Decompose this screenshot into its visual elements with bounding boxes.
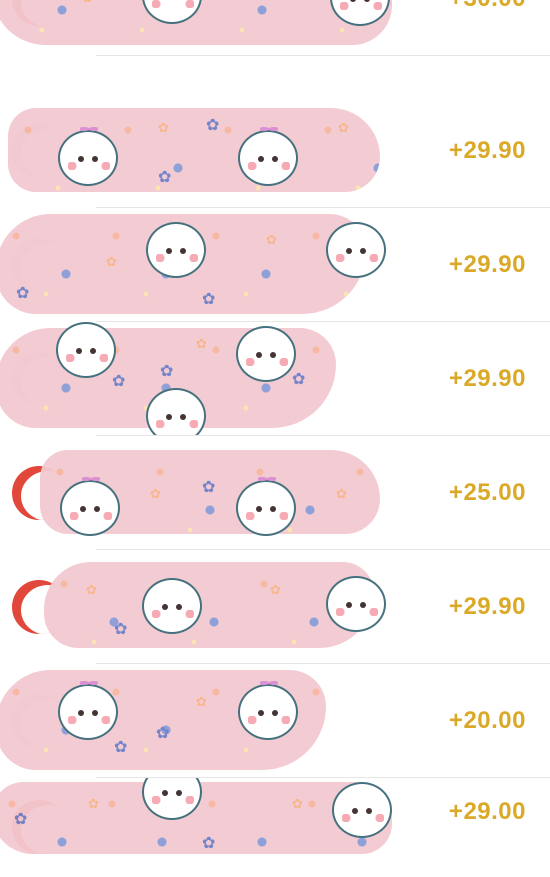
transaction-row[interactable]: ✿ ✿ ✿ +25.00 bbox=[0, 436, 550, 550]
flower-icon: ✿ bbox=[16, 285, 30, 302]
flower-icon: ✿ bbox=[202, 835, 216, 852]
redaction-sticker: ✿ ✿ ✿ bbox=[44, 562, 386, 648]
flower-icon: ✿ bbox=[158, 120, 169, 135]
flower-icon: ✿ bbox=[262, 0, 273, 4]
amount-label: +20.00 bbox=[448, 707, 526, 734]
flower-icon: ✿ bbox=[196, 694, 207, 709]
flower-icon: ✿ bbox=[270, 582, 281, 597]
bear-sticker-icon bbox=[326, 576, 386, 632]
redaction-sticker: ✿ ✿ ✿ ✿ bbox=[0, 322, 336, 436]
bear-sticker-icon bbox=[142, 0, 202, 24]
transaction-row[interactable]: ✿ ✿ ✿ +20.00 bbox=[0, 664, 550, 778]
flower-icon: ✿ bbox=[206, 117, 220, 134]
amount-label: +30.00 bbox=[449, 0, 526, 56]
flower-icon: ✿ bbox=[158, 169, 172, 186]
bear-sticker-icon bbox=[332, 782, 392, 838]
flower-icon: ✿ bbox=[338, 120, 349, 135]
bear-sticker-icon bbox=[56, 322, 116, 378]
transaction-row[interactable]: ✿ ✿ ✿ ✿ +29.90 bbox=[0, 208, 550, 322]
flower-icon: ✿ bbox=[114, 621, 128, 638]
bear-sticker-icon bbox=[146, 222, 206, 278]
bear-sticker-icon bbox=[238, 678, 298, 740]
flower-icon: ✿ bbox=[14, 811, 28, 828]
bear-sticker-icon bbox=[236, 326, 296, 382]
flower-icon: ✿ bbox=[114, 739, 128, 756]
flower-icon: ✿ bbox=[196, 336, 207, 351]
amount-label: +29.00 bbox=[448, 798, 526, 825]
amount-label: +29.90 bbox=[448, 137, 526, 164]
divider bbox=[96, 55, 550, 56]
bear-sticker-icon bbox=[58, 678, 118, 740]
amount-label: +29.90 bbox=[448, 365, 526, 392]
redaction-sticker: ✿ ✿ ✿ ✿ bbox=[8, 108, 380, 192]
transaction-row[interactable]: ✿ ✿ ✿ ✿ +29.90 bbox=[0, 322, 550, 436]
flower-icon: ✿ bbox=[106, 254, 117, 269]
flower-icon: ✿ bbox=[266, 232, 277, 247]
transaction-row[interactable]: ✿ ✿ ✿ ✿ +29.00 bbox=[0, 778, 550, 854]
flower-icon: ✿ bbox=[156, 725, 170, 742]
bear-sticker-icon bbox=[60, 474, 120, 536]
redaction-sticker: ✿ ✿ ✿ bbox=[0, 670, 326, 770]
bear-sticker-icon bbox=[238, 124, 298, 186]
transaction-list: ✿ ✿ ✿ ✿ +30.00 ✿ ✿ ✿ ✿ +29.90 ✿ ✿ ✿ ✿ bbox=[0, 0, 550, 877]
redaction-sticker: ✿ ✿ ✿ ✿ bbox=[0, 0, 392, 45]
flower-icon: ✿ bbox=[202, 479, 216, 496]
amount-label: +29.90 bbox=[448, 593, 526, 620]
bear-sticker-icon bbox=[236, 474, 296, 536]
flower-icon: ✿ bbox=[336, 486, 347, 501]
bear-sticker-icon bbox=[330, 0, 390, 26]
flower-icon: ✿ bbox=[160, 363, 174, 380]
transaction-row[interactable]: ✿ ✿ ✿ ✿ +30.00 bbox=[0, 0, 550, 56]
flower-icon: ✿ bbox=[88, 796, 99, 811]
bear-sticker-icon bbox=[142, 578, 202, 634]
redaction-sticker: ✿ ✿ ✿ ✿ bbox=[0, 778, 392, 854]
flower-icon: ✿ bbox=[202, 291, 216, 308]
flower-icon: ✿ bbox=[86, 582, 97, 597]
amount-label: +25.00 bbox=[448, 479, 526, 506]
bear-sticker-icon bbox=[326, 222, 386, 278]
amount-label: +29.90 bbox=[448, 251, 526, 278]
flower-icon: ✿ bbox=[112, 373, 126, 390]
flower-icon: ✿ bbox=[82, 0, 93, 6]
bear-sticker-icon bbox=[58, 124, 118, 186]
bear-sticker-icon bbox=[146, 388, 206, 436]
flower-icon: ✿ bbox=[292, 371, 306, 388]
flower-icon: ✿ bbox=[292, 796, 303, 811]
redaction-sticker: ✿ ✿ ✿ bbox=[40, 450, 380, 536]
bear-sticker-icon bbox=[142, 778, 202, 820]
flower-icon: ✿ bbox=[150, 486, 161, 501]
transaction-row[interactable]: ✿ ✿ ✿ +29.90 bbox=[0, 550, 550, 664]
transaction-row[interactable]: ✿ ✿ ✿ ✿ +29.90 bbox=[0, 94, 550, 208]
redaction-sticker: ✿ ✿ ✿ ✿ bbox=[0, 214, 386, 314]
